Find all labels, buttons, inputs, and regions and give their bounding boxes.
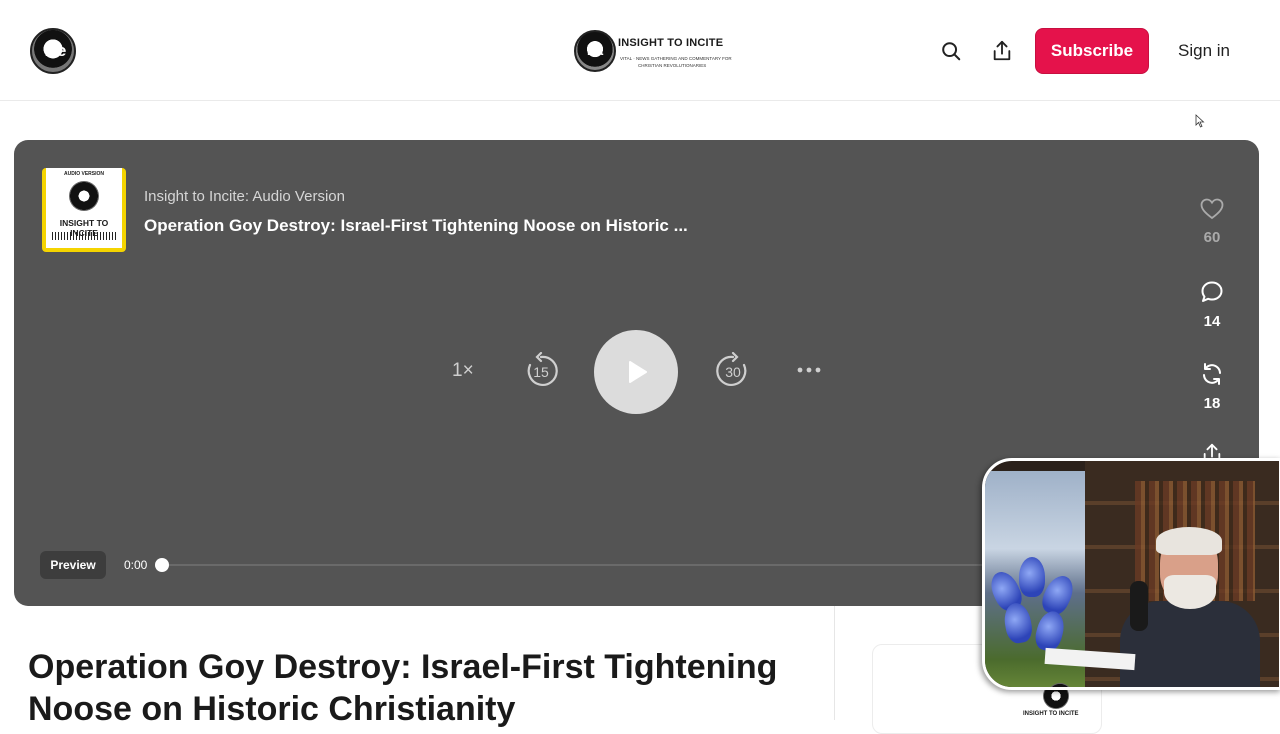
episode-title[interactable]: Operation Goy Destroy: Israel-First Tigh… bbox=[144, 216, 688, 236]
restack-icon bbox=[1203, 363, 1221, 385]
skull-logo-icon bbox=[69, 181, 99, 211]
skip-back-seconds: 15 bbox=[533, 364, 549, 380]
presenter bbox=[1120, 527, 1260, 687]
publication-wordmark[interactable]: ita INSIGHT TO INCITE VITAL · NEWS GATHE… bbox=[574, 28, 732, 74]
cover-top-text: AUDIO VERSION bbox=[63, 171, 104, 177]
microphone-icon bbox=[1130, 581, 1148, 631]
progress-scrubber-handle[interactable] bbox=[155, 558, 169, 572]
play-icon bbox=[629, 361, 647, 383]
play-button[interactable] bbox=[594, 330, 678, 414]
comment-button[interactable]: 14 bbox=[1192, 280, 1232, 330]
site-header: Ive ita INSIGHT TO INCITE VITAL · NEWS G… bbox=[0, 0, 1280, 128]
wordmark-tagline-1: VITAL · NEWS GATHERING AND COMMENTARY FO… bbox=[620, 56, 732, 61]
like-count: 60 bbox=[1203, 229, 1221, 246]
sidebar-card-title: INSIGHT TO INCITE bbox=[1023, 711, 1079, 717]
comment-icon bbox=[1201, 281, 1223, 302]
flower-petal bbox=[1001, 601, 1035, 645]
wordmark-title: INSIGHT TO INCITE bbox=[618, 37, 724, 49]
publication-logo-text: Ive bbox=[44, 41, 67, 60]
skip-back-button[interactable]: 15 bbox=[522, 351, 560, 390]
preview-badge: Preview bbox=[40, 551, 106, 579]
sign-in-button[interactable]: Sign in bbox=[1172, 28, 1236, 74]
flower-petal bbox=[1019, 557, 1045, 597]
wordmark-tagline-2: CHRISTIAN REVOLUTIONARIES bbox=[638, 63, 707, 68]
heart-icon bbox=[1200, 198, 1224, 220]
podcast-cover-art[interactable]: AUDIO VERSION INSIGHT TO INCITE bbox=[42, 168, 126, 252]
presenter-hair bbox=[1156, 527, 1222, 555]
like-button[interactable]: 60 bbox=[1192, 198, 1232, 246]
wordmark-badge-icon: ita bbox=[574, 30, 616, 72]
podcast-show-name[interactable]: Insight to Incite: Audio Version bbox=[144, 188, 345, 205]
playback-speed-button[interactable]: 1× bbox=[452, 360, 474, 382]
skip-forward-button[interactable]: 30 bbox=[714, 351, 752, 390]
forward-30-icon: 30 bbox=[716, 351, 747, 386]
share-icon bbox=[993, 40, 1011, 61]
ellipsis-icon bbox=[797, 367, 821, 373]
skip-forward-seconds: 30 bbox=[725, 364, 741, 380]
mouse-cursor-icon bbox=[1195, 114, 1205, 128]
presenter-beard bbox=[1164, 575, 1216, 609]
restack-count: 18 bbox=[1203, 395, 1221, 412]
comment-count: 14 bbox=[1203, 313, 1221, 330]
cover-inner: AUDIO VERSION INSIGHT TO INCITE bbox=[46, 168, 122, 248]
picture-in-picture-video[interactable] bbox=[982, 458, 1280, 690]
more-options-button[interactable] bbox=[796, 360, 822, 380]
search-button[interactable] bbox=[936, 36, 966, 66]
article-title: Operation Goy Destroy: Israel-First Tigh… bbox=[28, 648, 778, 728]
playback-controls: 1× 15 30 bbox=[444, 330, 844, 416]
column-divider bbox=[834, 606, 835, 720]
flower-petal bbox=[1032, 608, 1068, 654]
search-icon bbox=[942, 42, 961, 61]
waveform-icon bbox=[52, 232, 116, 240]
publication-logo[interactable]: Ive bbox=[30, 28, 76, 74]
subscribe-button[interactable]: Subscribe bbox=[1035, 28, 1149, 74]
current-time: 0:00 bbox=[124, 558, 148, 572]
rewind-15-icon: 15 bbox=[527, 351, 558, 386]
share-button[interactable] bbox=[987, 36, 1017, 66]
wordmark-badge-text: ita bbox=[586, 42, 604, 58]
restack-button[interactable]: 18 bbox=[1192, 362, 1232, 412]
